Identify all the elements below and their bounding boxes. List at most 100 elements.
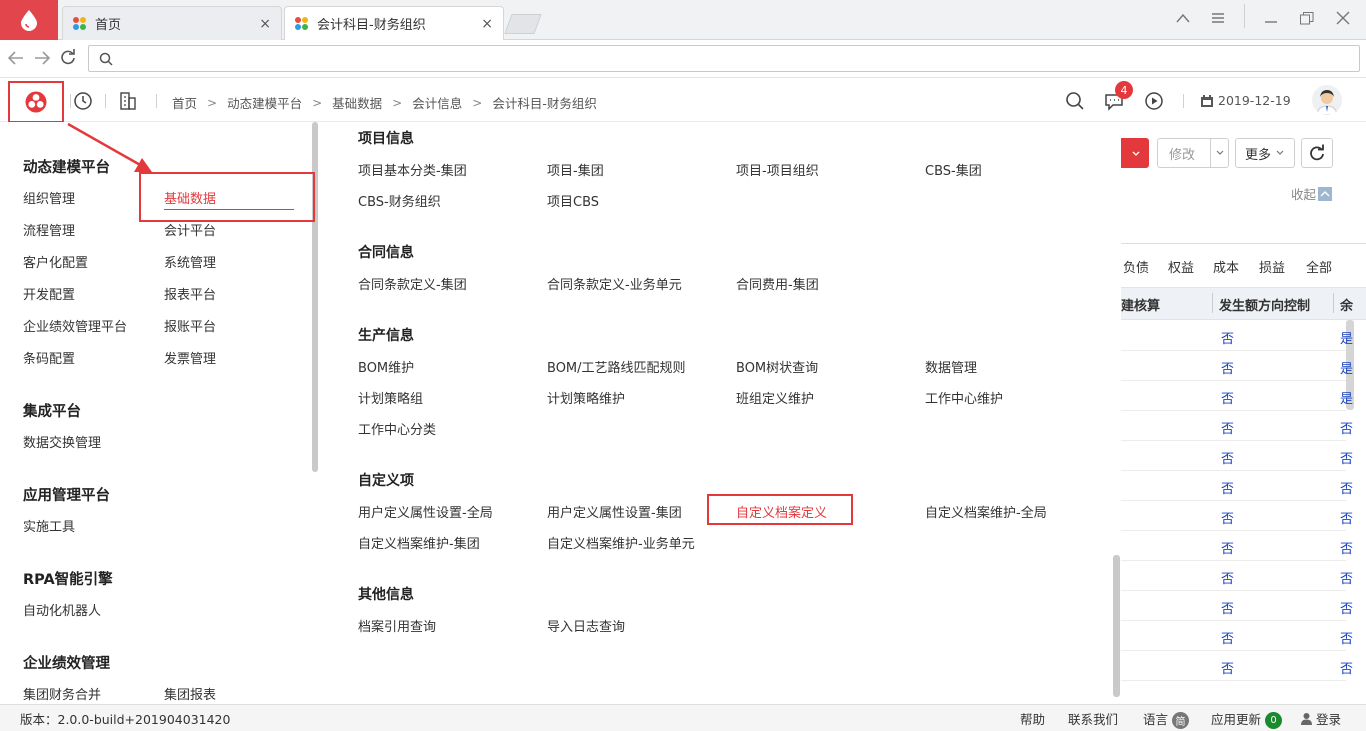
tab-liability[interactable]: 负债 (1123, 257, 1149, 276)
submenu-scrollbar[interactable] (1113, 555, 1120, 697)
divider (1244, 4, 1245, 28)
link-user-attr-group[interactable]: 用户定义属性设置-集团 (547, 502, 682, 521)
link-custom-archive-group[interactable]: 自定义档案维护-集团 (358, 533, 480, 552)
breadcrumb-item-modeling[interactable]: 动态建模平台 (227, 93, 302, 112)
date-display[interactable]: 2019-12-19 (1200, 93, 1291, 108)
link-import-log[interactable]: 导入日志查询 (547, 616, 625, 635)
forward-icon[interactable] (34, 49, 51, 70)
breadcrumb-item-basic-data[interactable]: 基础数据 (332, 93, 382, 112)
link-project-category[interactable]: 项目基本分类-集团 (358, 160, 467, 179)
link-bom-tree[interactable]: BOM树状查询 (736, 357, 818, 376)
table-cell-balance: 否 (1340, 482, 1354, 497)
table-row-divider (1121, 410, 1346, 411)
link-project-group[interactable]: 项目-集团 (547, 160, 604, 179)
more-button-label: 更多 (1244, 147, 1271, 163)
tab-list-icon[interactable] (1168, 6, 1198, 30)
table-cell-direction: 否 (1221, 452, 1235, 467)
modify-button[interactable]: 修改 (1157, 138, 1229, 168)
close-icon[interactable]: × (259, 16, 271, 32)
help-link[interactable]: 帮助 (1020, 709, 1045, 728)
reload-icon[interactable] (60, 49, 76, 70)
close-window-icon[interactable] (1328, 6, 1358, 30)
link-custom-archive-global[interactable]: 自定义档案维护-全局 (925, 502, 1047, 521)
tab-home[interactable]: 首页 × (62, 6, 282, 40)
menu-item-group-report[interactable]: 集团报表 (164, 684, 216, 703)
table-row-divider (1121, 620, 1346, 621)
new-tab-button[interactable] (504, 14, 542, 34)
link-contract-terms-bu[interactable]: 合同条款定义-业务单元 (547, 274, 682, 293)
link-user-attr-global[interactable]: 用户定义属性设置-全局 (358, 502, 493, 521)
menu-item-barcode[interactable]: 条码配置 (23, 348, 75, 367)
link-data-management[interactable]: 数据管理 (925, 357, 977, 376)
menu-item-consolidation[interactable]: 集团财务合并 (23, 684, 101, 703)
app-update[interactable]: 应用更新 0 (1211, 709, 1283, 729)
chevron-down-icon (1276, 150, 1284, 155)
browser-logo-icon[interactable] (0, 0, 58, 40)
table-cell-balance: 是 (1340, 332, 1354, 347)
table-cell-balance: 是 (1340, 362, 1354, 377)
back-icon[interactable] (7, 49, 24, 70)
table-cell-balance: 否 (1340, 452, 1354, 467)
annotation-highlight-custom-archive (707, 494, 853, 525)
tab-profit-loss[interactable]: 损益 (1259, 257, 1285, 276)
menu-item-epm-platform[interactable]: 企业绩效管理平台 (23, 316, 127, 335)
restore-icon[interactable] (1292, 6, 1322, 30)
group-title-integration: 集成平台 (23, 404, 81, 420)
more-button[interactable]: 更多 (1235, 138, 1295, 168)
tab-equity[interactable]: 权益 (1168, 257, 1194, 276)
dropdown-split-button[interactable] (1121, 138, 1149, 168)
play-icon[interactable] (1144, 91, 1164, 115)
menu-item-data-exchange[interactable]: 数据交换管理 (23, 432, 101, 451)
section-title-contract: 合同信息 (358, 245, 414, 261)
link-work-center[interactable]: 工作中心维护 (925, 388, 1003, 407)
menu-item-report-platform[interactable]: 报表平台 (164, 284, 216, 303)
refresh-icon (1310, 144, 1324, 161)
link-archive-reference[interactable]: 档案引用查询 (358, 616, 436, 635)
url-input[interactable] (88, 45, 1360, 72)
close-icon[interactable]: × (481, 16, 493, 32)
link-project-org[interactable]: 项目-项目组织 (736, 160, 819, 179)
language-selector[interactable]: 语言简 (1143, 709, 1190, 729)
collapse-toggle[interactable]: 收起 (1291, 184, 1333, 203)
building-icon[interactable] (119, 91, 137, 115)
menu-item-process[interactable]: 流程管理 (23, 220, 75, 239)
menu-item-accounting-platform[interactable]: 会计平台 (164, 220, 216, 239)
menu-item-robot[interactable]: 自动化机器人 (23, 600, 101, 619)
breadcrumb-item-home[interactable]: 首页 (172, 93, 197, 112)
minimize-icon[interactable] (1256, 6, 1286, 30)
link-work-center-category[interactable]: 工作中心分类 (358, 419, 436, 438)
history-clock-icon[interactable] (73, 91, 93, 115)
menu-item-dev-config[interactable]: 开发配置 (23, 284, 75, 303)
menu-item-system[interactable]: 系统管理 (164, 252, 216, 271)
menu-item-customization[interactable]: 客户化配置 (23, 252, 88, 271)
link-cbs-group[interactable]: CBS-集团 (925, 160, 982, 179)
link-cbs-finance-org[interactable]: CBS-财务组织 (358, 191, 441, 210)
link-plan-strategy[interactable]: 计划策略维护 (547, 388, 625, 407)
link-team-define[interactable]: 班组定义维护 (736, 388, 814, 407)
tab-all[interactable]: 全部 (1306, 257, 1332, 276)
contact-link[interactable]: 联系我们 (1068, 709, 1118, 728)
table-row-divider (1121, 440, 1346, 441)
breadcrumb-item-accounting[interactable]: 会计信息 (412, 93, 462, 112)
table-cell-balance: 否 (1340, 512, 1354, 527)
link-custom-archive-bu[interactable]: 自定义档案维护-业务单元 (547, 533, 695, 552)
main-menu-button[interactable] (8, 81, 64, 123)
menu-item-expense-platform[interactable]: 报账平台 (164, 316, 216, 335)
menu-item-org[interactable]: 组织管理 (23, 188, 75, 207)
link-plan-strategy-group[interactable]: 计划策略组 (358, 388, 423, 407)
login-link[interactable]: 登录 (1300, 709, 1341, 728)
search-icon[interactable] (1065, 91, 1085, 115)
menu-item-invoice[interactable]: 发票管理 (164, 348, 216, 367)
tab-cost[interactable]: 成本 (1213, 257, 1239, 276)
link-contract-terms-group[interactable]: 合同条款定义-集团 (358, 274, 467, 293)
link-bom-maintain[interactable]: BOM维护 (358, 357, 414, 376)
tab-accounting-subject[interactable]: 会计科目-财务组织 × (284, 6, 504, 40)
link-contract-fee[interactable]: 合同费用-集团 (736, 274, 819, 293)
avatar[interactable] (1312, 85, 1342, 115)
refresh-button[interactable] (1301, 138, 1333, 168)
link-project-cbs[interactable]: 项目CBS (547, 191, 599, 210)
chevron-down-icon[interactable] (1210, 139, 1228, 167)
link-bom-routing-rule[interactable]: BOM/工艺路线匹配规则 (547, 357, 686, 376)
menu-icon[interactable] (1203, 6, 1233, 30)
menu-item-impl-tools[interactable]: 实施工具 (23, 516, 75, 535)
